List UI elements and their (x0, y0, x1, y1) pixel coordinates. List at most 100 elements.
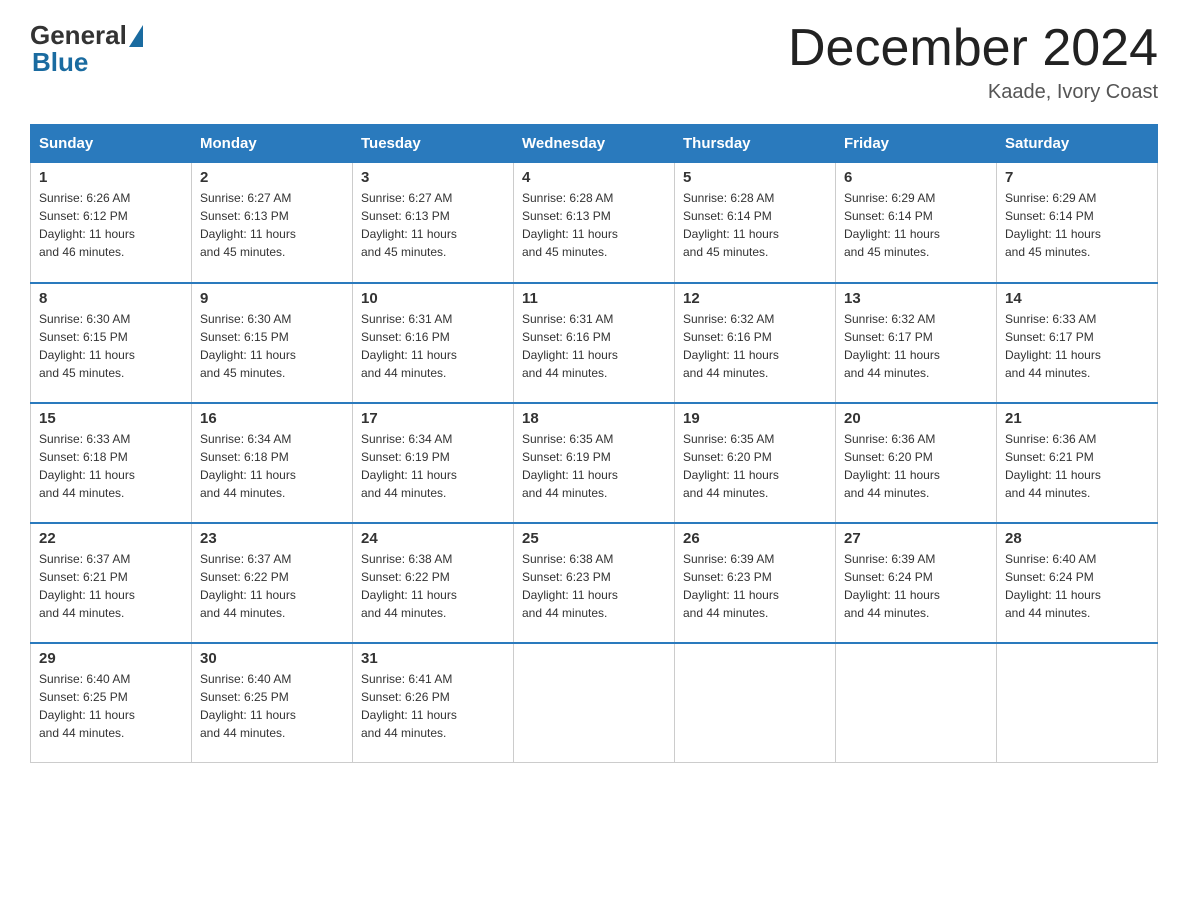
day-info: Sunrise: 6:32 AMSunset: 6:17 PMDaylight:… (844, 312, 940, 380)
calendar-cell: 13 Sunrise: 6:32 AMSunset: 6:17 PMDaylig… (836, 283, 997, 403)
calendar-cell: 28 Sunrise: 6:40 AMSunset: 6:24 PMDaylig… (997, 523, 1158, 643)
calendar-cell: 12 Sunrise: 6:32 AMSunset: 6:16 PMDaylig… (675, 283, 836, 403)
calendar-cell (514, 643, 675, 763)
day-info: Sunrise: 6:31 AMSunset: 6:16 PMDaylight:… (361, 312, 457, 380)
weekday-header-monday: Monday (192, 125, 353, 163)
day-number: 10 (361, 290, 505, 307)
day-number: 2 (200, 169, 344, 186)
weekday-header-sunday: Sunday (31, 125, 192, 163)
calendar-cell: 27 Sunrise: 6:39 AMSunset: 6:24 PMDaylig… (836, 523, 997, 643)
calendar-cell: 5 Sunrise: 6:28 AMSunset: 6:14 PMDayligh… (675, 163, 836, 283)
day-info: Sunrise: 6:33 AMSunset: 6:17 PMDaylight:… (1005, 312, 1101, 380)
day-number: 20 (844, 410, 988, 427)
calendar-week-row: 8 Sunrise: 6:30 AMSunset: 6:15 PMDayligh… (31, 283, 1158, 403)
calendar-cell: 29 Sunrise: 6:40 AMSunset: 6:25 PMDaylig… (31, 643, 192, 763)
calendar-cell: 10 Sunrise: 6:31 AMSunset: 6:16 PMDaylig… (353, 283, 514, 403)
day-number: 9 (200, 290, 344, 307)
day-number: 1 (39, 169, 183, 186)
calendar-cell: 20 Sunrise: 6:36 AMSunset: 6:20 PMDaylig… (836, 403, 997, 523)
day-number: 6 (844, 169, 988, 186)
day-number: 3 (361, 169, 505, 186)
day-number: 4 (522, 169, 666, 186)
calendar-cell: 3 Sunrise: 6:27 AMSunset: 6:13 PMDayligh… (353, 163, 514, 283)
day-info: Sunrise: 6:27 AMSunset: 6:13 PMDaylight:… (361, 191, 457, 259)
calendar-cell: 31 Sunrise: 6:41 AMSunset: 6:26 PMDaylig… (353, 643, 514, 763)
day-number: 15 (39, 410, 183, 427)
calendar-cell: 15 Sunrise: 6:33 AMSunset: 6:18 PMDaylig… (31, 403, 192, 523)
day-number: 18 (522, 410, 666, 427)
logo: General Blue (30, 20, 143, 78)
calendar-cell: 30 Sunrise: 6:40 AMSunset: 6:25 PMDaylig… (192, 643, 353, 763)
day-info: Sunrise: 6:34 AMSunset: 6:19 PMDaylight:… (361, 432, 457, 500)
day-info: Sunrise: 6:38 AMSunset: 6:23 PMDaylight:… (522, 552, 618, 620)
weekday-header-thursday: Thursday (675, 125, 836, 163)
calendar-cell: 23 Sunrise: 6:37 AMSunset: 6:22 PMDaylig… (192, 523, 353, 643)
calendar-cell: 18 Sunrise: 6:35 AMSunset: 6:19 PMDaylig… (514, 403, 675, 523)
location-text: Kaade, Ivory Coast (788, 81, 1158, 104)
day-number: 30 (200, 650, 344, 667)
calendar-cell (675, 643, 836, 763)
day-number: 23 (200, 530, 344, 547)
day-number: 26 (683, 530, 827, 547)
weekday-header-row: SundayMondayTuesdayWednesdayThursdayFrid… (31, 125, 1158, 163)
weekday-header-friday: Friday (836, 125, 997, 163)
day-info: Sunrise: 6:28 AMSunset: 6:14 PMDaylight:… (683, 191, 779, 259)
day-number: 31 (361, 650, 505, 667)
day-number: 19 (683, 410, 827, 427)
day-info: Sunrise: 6:34 AMSunset: 6:18 PMDaylight:… (200, 432, 296, 500)
day-info: Sunrise: 6:36 AMSunset: 6:21 PMDaylight:… (1005, 432, 1101, 500)
calendar-cell: 1 Sunrise: 6:26 AMSunset: 6:12 PMDayligh… (31, 163, 192, 283)
day-number: 22 (39, 530, 183, 547)
weekday-header-wednesday: Wednesday (514, 125, 675, 163)
day-number: 13 (844, 290, 988, 307)
day-info: Sunrise: 6:26 AMSunset: 6:12 PMDaylight:… (39, 191, 135, 259)
day-number: 8 (39, 290, 183, 307)
calendar-week-row: 29 Sunrise: 6:40 AMSunset: 6:25 PMDaylig… (31, 643, 1158, 763)
day-number: 7 (1005, 169, 1149, 186)
day-info: Sunrise: 6:35 AMSunset: 6:19 PMDaylight:… (522, 432, 618, 500)
day-number: 21 (1005, 410, 1149, 427)
day-info: Sunrise: 6:33 AMSunset: 6:18 PMDaylight:… (39, 432, 135, 500)
day-info: Sunrise: 6:29 AMSunset: 6:14 PMDaylight:… (1005, 191, 1101, 259)
day-number: 17 (361, 410, 505, 427)
day-info: Sunrise: 6:28 AMSunset: 6:13 PMDaylight:… (522, 191, 618, 259)
weekday-header-tuesday: Tuesday (353, 125, 514, 163)
logo-block: General Blue (30, 20, 143, 78)
calendar-cell: 6 Sunrise: 6:29 AMSunset: 6:14 PMDayligh… (836, 163, 997, 283)
calendar-cell: 9 Sunrise: 6:30 AMSunset: 6:15 PMDayligh… (192, 283, 353, 403)
calendar-cell: 8 Sunrise: 6:30 AMSunset: 6:15 PMDayligh… (31, 283, 192, 403)
calendar-cell: 17 Sunrise: 6:34 AMSunset: 6:19 PMDaylig… (353, 403, 514, 523)
day-info: Sunrise: 6:35 AMSunset: 6:20 PMDaylight:… (683, 432, 779, 500)
calendar-cell: 25 Sunrise: 6:38 AMSunset: 6:23 PMDaylig… (514, 523, 675, 643)
day-number: 5 (683, 169, 827, 186)
day-info: Sunrise: 6:30 AMSunset: 6:15 PMDaylight:… (200, 312, 296, 380)
calendar-cell (997, 643, 1158, 763)
calendar-week-row: 15 Sunrise: 6:33 AMSunset: 6:18 PMDaylig… (31, 403, 1158, 523)
day-info: Sunrise: 6:36 AMSunset: 6:20 PMDaylight:… (844, 432, 940, 500)
day-info: Sunrise: 6:38 AMSunset: 6:22 PMDaylight:… (361, 552, 457, 620)
day-info: Sunrise: 6:39 AMSunset: 6:23 PMDaylight:… (683, 552, 779, 620)
day-info: Sunrise: 6:39 AMSunset: 6:24 PMDaylight:… (844, 552, 940, 620)
calendar-cell: 14 Sunrise: 6:33 AMSunset: 6:17 PMDaylig… (997, 283, 1158, 403)
calendar-week-row: 1 Sunrise: 6:26 AMSunset: 6:12 PMDayligh… (31, 163, 1158, 283)
calendar-cell: 24 Sunrise: 6:38 AMSunset: 6:22 PMDaylig… (353, 523, 514, 643)
calendar-week-row: 22 Sunrise: 6:37 AMSunset: 6:21 PMDaylig… (31, 523, 1158, 643)
day-info: Sunrise: 6:40 AMSunset: 6:25 PMDaylight:… (39, 672, 135, 740)
calendar-cell: 7 Sunrise: 6:29 AMSunset: 6:14 PMDayligh… (997, 163, 1158, 283)
page-header: General Blue December 2024 Kaade, Ivory … (30, 20, 1158, 104)
calendar-cell: 21 Sunrise: 6:36 AMSunset: 6:21 PMDaylig… (997, 403, 1158, 523)
calendar-cell: 22 Sunrise: 6:37 AMSunset: 6:21 PMDaylig… (31, 523, 192, 643)
logo-triangle-icon (129, 25, 143, 47)
day-number: 27 (844, 530, 988, 547)
calendar-cell (836, 643, 997, 763)
calendar-cell: 19 Sunrise: 6:35 AMSunset: 6:20 PMDaylig… (675, 403, 836, 523)
day-info: Sunrise: 6:29 AMSunset: 6:14 PMDaylight:… (844, 191, 940, 259)
calendar-cell: 26 Sunrise: 6:39 AMSunset: 6:23 PMDaylig… (675, 523, 836, 643)
day-number: 29 (39, 650, 183, 667)
month-title: December 2024 (788, 20, 1158, 77)
day-info: Sunrise: 6:32 AMSunset: 6:16 PMDaylight:… (683, 312, 779, 380)
logo-blue-text: Blue (32, 47, 143, 78)
day-info: Sunrise: 6:40 AMSunset: 6:24 PMDaylight:… (1005, 552, 1101, 620)
day-info: Sunrise: 6:37 AMSunset: 6:21 PMDaylight:… (39, 552, 135, 620)
title-block: December 2024 Kaade, Ivory Coast (788, 20, 1158, 104)
